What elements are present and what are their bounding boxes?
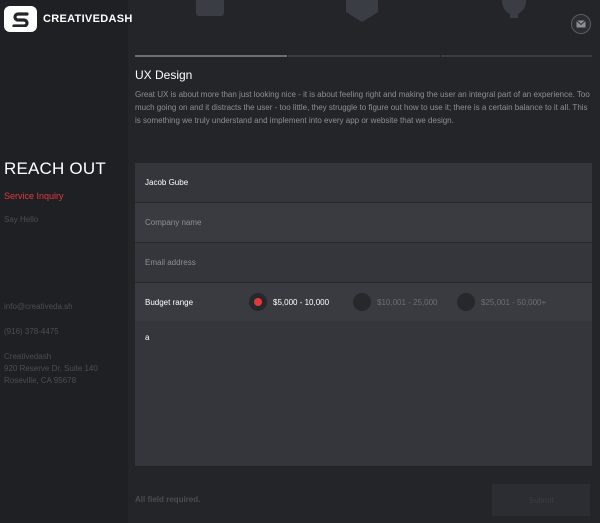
- budget-option-3[interactable]: $25,001 - 50,000+: [457, 293, 546, 311]
- mail-icon: [576, 20, 586, 28]
- budget-option-label: $10,001 - 25,000: [377, 297, 438, 307]
- budget-range-row: Budget range $5,000 - 10,000 $10,001 - 2…: [135, 283, 592, 321]
- brand-name: CREATIVEDASH: [43, 13, 133, 25]
- reach-out-heading: REACH OUT: [4, 159, 106, 178]
- service-title: UX Design: [135, 68, 193, 82]
- pencil-icon[interactable]: [192, 0, 238, 20]
- brand-logo[interactable]: CREATIVEDASH: [4, 6, 133, 32]
- service-description: Great UX is about more than just looking…: [135, 90, 590, 125]
- contact-address-line2: Roseville, CA 95678: [4, 376, 77, 385]
- contact-email[interactable]: info@creativeda.sh: [4, 300, 73, 313]
- email-field[interactable]: Email address: [135, 243, 592, 283]
- submit-button[interactable]: Submit: [492, 484, 590, 516]
- logo-mark-icon: [4, 6, 37, 32]
- bulb-icon[interactable]: [496, 0, 532, 22]
- message-field[interactable]: a: [135, 321, 592, 466]
- budget-option-label: $25,001 - 50,000+: [481, 297, 547, 307]
- radio-unselected-icon: [457, 293, 475, 311]
- contact-phone[interactable]: (916) 378-4475: [4, 325, 59, 338]
- tab-ux-design[interactable]: [135, 55, 287, 57]
- radio-unselected-icon: [353, 293, 371, 311]
- sidebar: CREATIVEDASH REACH OUT Service Inquiry S…: [0, 0, 132, 523]
- budget-option-1[interactable]: $5,000 - 10,000: [249, 293, 329, 311]
- mail-button[interactable]: [571, 14, 591, 34]
- budget-label: Budget range: [145, 297, 194, 307]
- nav-say-hello[interactable]: Say Hello: [4, 215, 38, 224]
- tab-branding[interactable]: [288, 55, 440, 57]
- inquiry-form: Jacob Gube Company name Email address Bu…: [135, 163, 592, 466]
- required-note: All field required.: [135, 495, 201, 504]
- name-field[interactable]: Jacob Gube: [135, 163, 592, 203]
- nav-service-inquiry[interactable]: Service Inquiry: [4, 191, 64, 201]
- radio-selected-icon: [249, 293, 267, 311]
- company-field[interactable]: Company name: [135, 203, 592, 243]
- budget-option-2[interactable]: $10,001 - 25,000: [353, 293, 438, 311]
- budget-option-label: $5,000 - 10,000: [273, 297, 330, 307]
- shield-icon[interactable]: [342, 0, 382, 22]
- tab-strategy[interactable]: [441, 55, 592, 57]
